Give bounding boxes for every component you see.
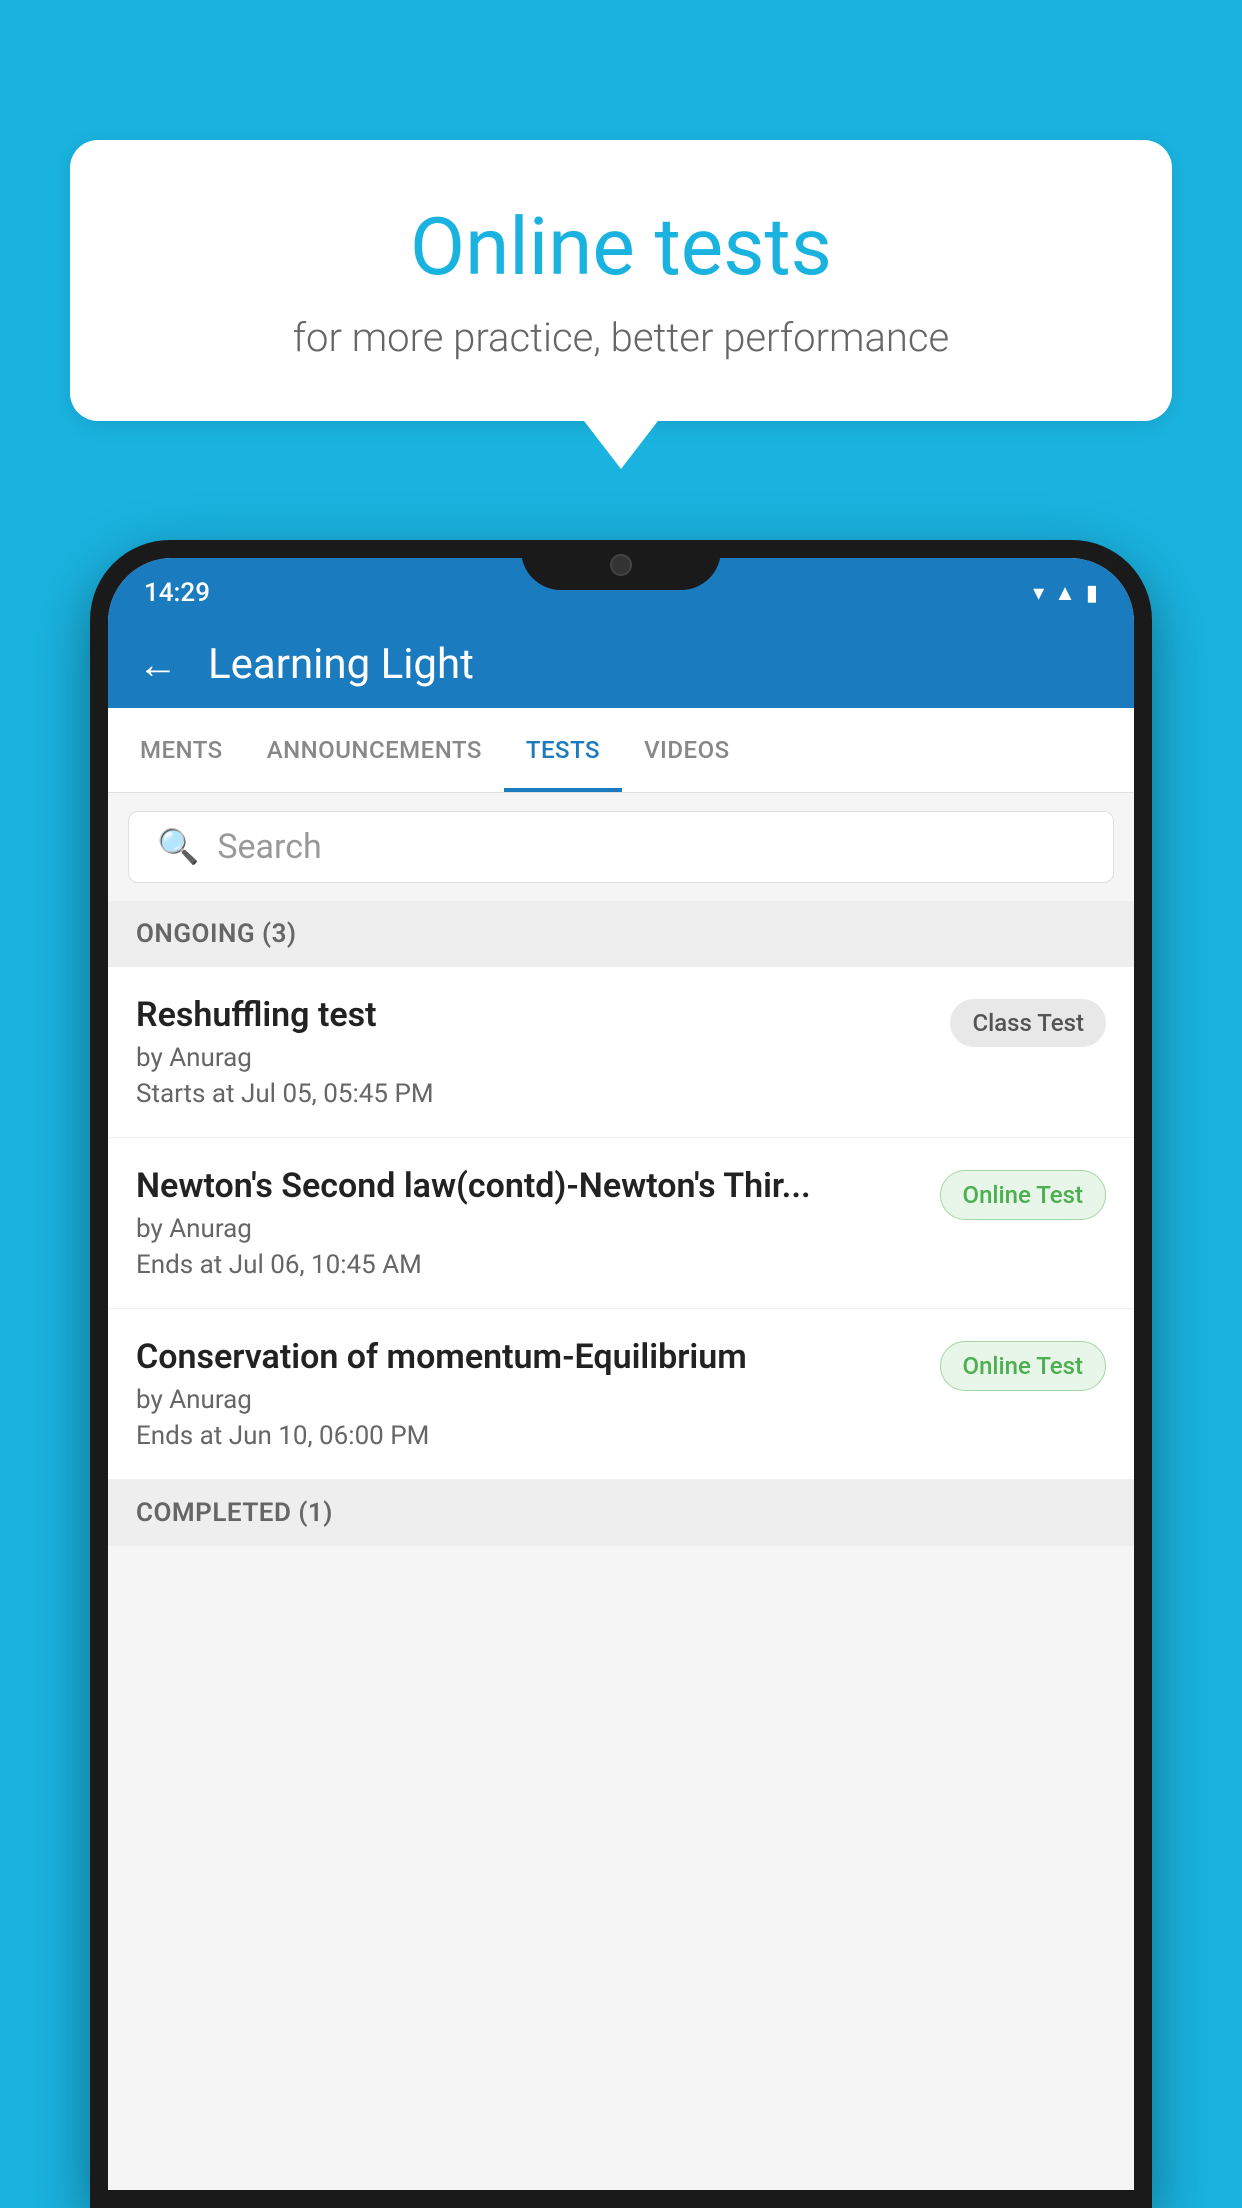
- search-container: 🔍 Search: [108, 793, 1134, 901]
- test-title: Reshuffling test: [136, 995, 930, 1035]
- test-item[interactable]: Reshuffling test by Anurag Starts at Jul…: [108, 967, 1134, 1138]
- test-badge-online-2: Online Test: [940, 1341, 1106, 1391]
- tab-tests[interactable]: TESTS: [504, 708, 622, 792]
- phone-screen: 14:29 ▾ ▲ ▮ ← Learning Light MENTS ANNOU…: [108, 558, 1134, 2190]
- test-author: by Anurag: [136, 1214, 920, 1244]
- ongoing-section-header: ONGOING (3): [108, 901, 1134, 967]
- test-author: by Anurag: [136, 1385, 920, 1415]
- phone-frame: 14:29 ▾ ▲ ▮ ← Learning Light MENTS ANNOU…: [90, 540, 1152, 2208]
- test-date: Ends at Jun 10, 06:00 PM: [136, 1421, 920, 1451]
- test-badge-class: Class Test: [950, 999, 1106, 1047]
- test-item-content: Newton's Second law(contd)-Newton's Thir…: [136, 1166, 940, 1280]
- speech-bubble-title: Online tests: [150, 200, 1092, 294]
- app-title: Learning Light: [208, 640, 474, 689]
- test-item-content: Reshuffling test by Anurag Starts at Jul…: [136, 995, 950, 1109]
- app-header: ← Learning Light: [108, 620, 1134, 708]
- tab-announcements[interactable]: ANNOUNCEMENTS: [245, 708, 504, 792]
- test-title: Newton's Second law(contd)-Newton's Thir…: [136, 1166, 920, 1206]
- speech-bubble-subtitle: for more practice, better performance: [150, 314, 1092, 361]
- status-icons: ▾ ▲ ▮: [1033, 580, 1098, 606]
- tabs-container: MENTS ANNOUNCEMENTS TESTS VIDEOS: [108, 708, 1134, 793]
- search-bar[interactable]: 🔍 Search: [128, 811, 1114, 883]
- battery-icon: ▮: [1086, 581, 1098, 606]
- phone-notch: [521, 540, 721, 590]
- wifi-icon: ▾: [1033, 581, 1044, 606]
- test-date: Ends at Jul 06, 10:45 AM: [136, 1250, 920, 1280]
- tab-ments[interactable]: MENTS: [118, 708, 245, 792]
- speech-bubble-container: Online tests for more practice, better p…: [70, 140, 1172, 421]
- signal-icon: ▲: [1054, 580, 1076, 606]
- phone-camera: [610, 554, 632, 576]
- back-button[interactable]: ←: [138, 641, 178, 688]
- test-author: by Anurag: [136, 1043, 930, 1073]
- completed-section-header: COMPLETED (1): [108, 1480, 1134, 1546]
- test-badge-online: Online Test: [940, 1170, 1106, 1220]
- test-item[interactable]: Newton's Second law(contd)-Newton's Thir…: [108, 1138, 1134, 1309]
- test-title: Conservation of momentum-Equilibrium: [136, 1337, 920, 1377]
- test-item-content: Conservation of momentum-Equilibrium by …: [136, 1337, 940, 1451]
- test-date: Starts at Jul 05, 05:45 PM: [136, 1079, 930, 1109]
- tab-videos[interactable]: VIDEOS: [622, 708, 752, 792]
- test-item[interactable]: Conservation of momentum-Equilibrium by …: [108, 1309, 1134, 1480]
- speech-bubble: Online tests for more practice, better p…: [70, 140, 1172, 421]
- search-placeholder: Search: [217, 827, 321, 867]
- status-time: 14:29: [144, 578, 210, 608]
- search-icon: 🔍: [157, 827, 199, 867]
